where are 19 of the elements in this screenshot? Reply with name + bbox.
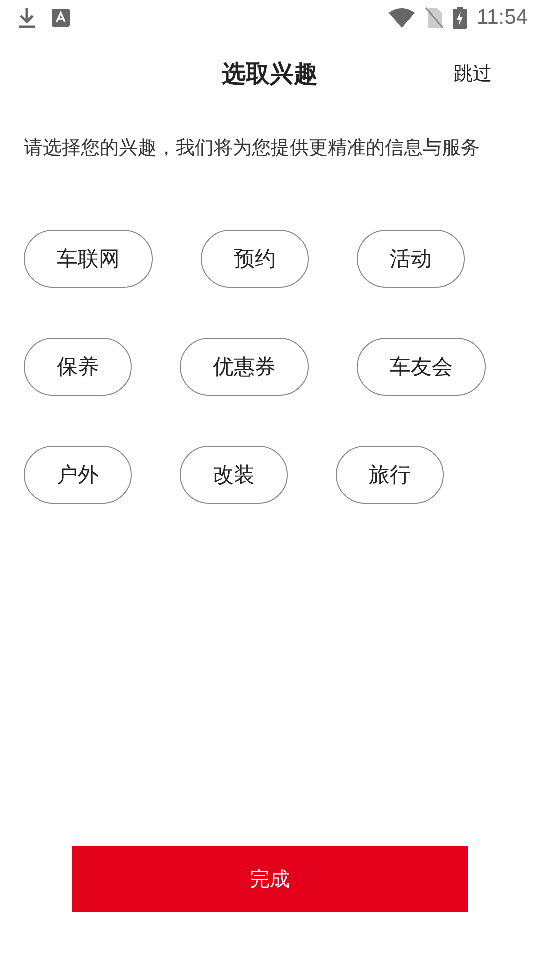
instruction-text: 请选择您的兴趣，我们将为您提供更精准的信息与服务 (24, 136, 481, 160)
interest-chip[interactable]: 户外 (24, 446, 132, 504)
done-button[interactable]: 完成 (72, 846, 468, 912)
interest-chip[interactable]: 车联网 (24, 230, 153, 288)
interest-chip[interactable]: 优惠券 (180, 338, 309, 396)
download-icon (18, 7, 36, 29)
no-sim-icon (425, 7, 443, 29)
battery-charging-icon (453, 7, 467, 29)
interest-chip[interactable]: 预约 (201, 230, 309, 288)
skip-link[interactable]: 跳过 (454, 61, 492, 87)
interest-chip[interactable]: 车友会 (357, 338, 486, 396)
interest-chip[interactable]: 改装 (180, 446, 288, 504)
page-title: 选取兴趣 (222, 59, 318, 90)
clock-time: 11:54 (477, 6, 528, 30)
interest-chip[interactable]: 保养 (24, 338, 132, 396)
interest-chip[interactable]: 旅行 (336, 446, 444, 504)
wifi-icon (389, 8, 415, 28)
keyboard-letter-icon (52, 9, 70, 27)
interest-chip[interactable]: 活动 (357, 230, 465, 288)
